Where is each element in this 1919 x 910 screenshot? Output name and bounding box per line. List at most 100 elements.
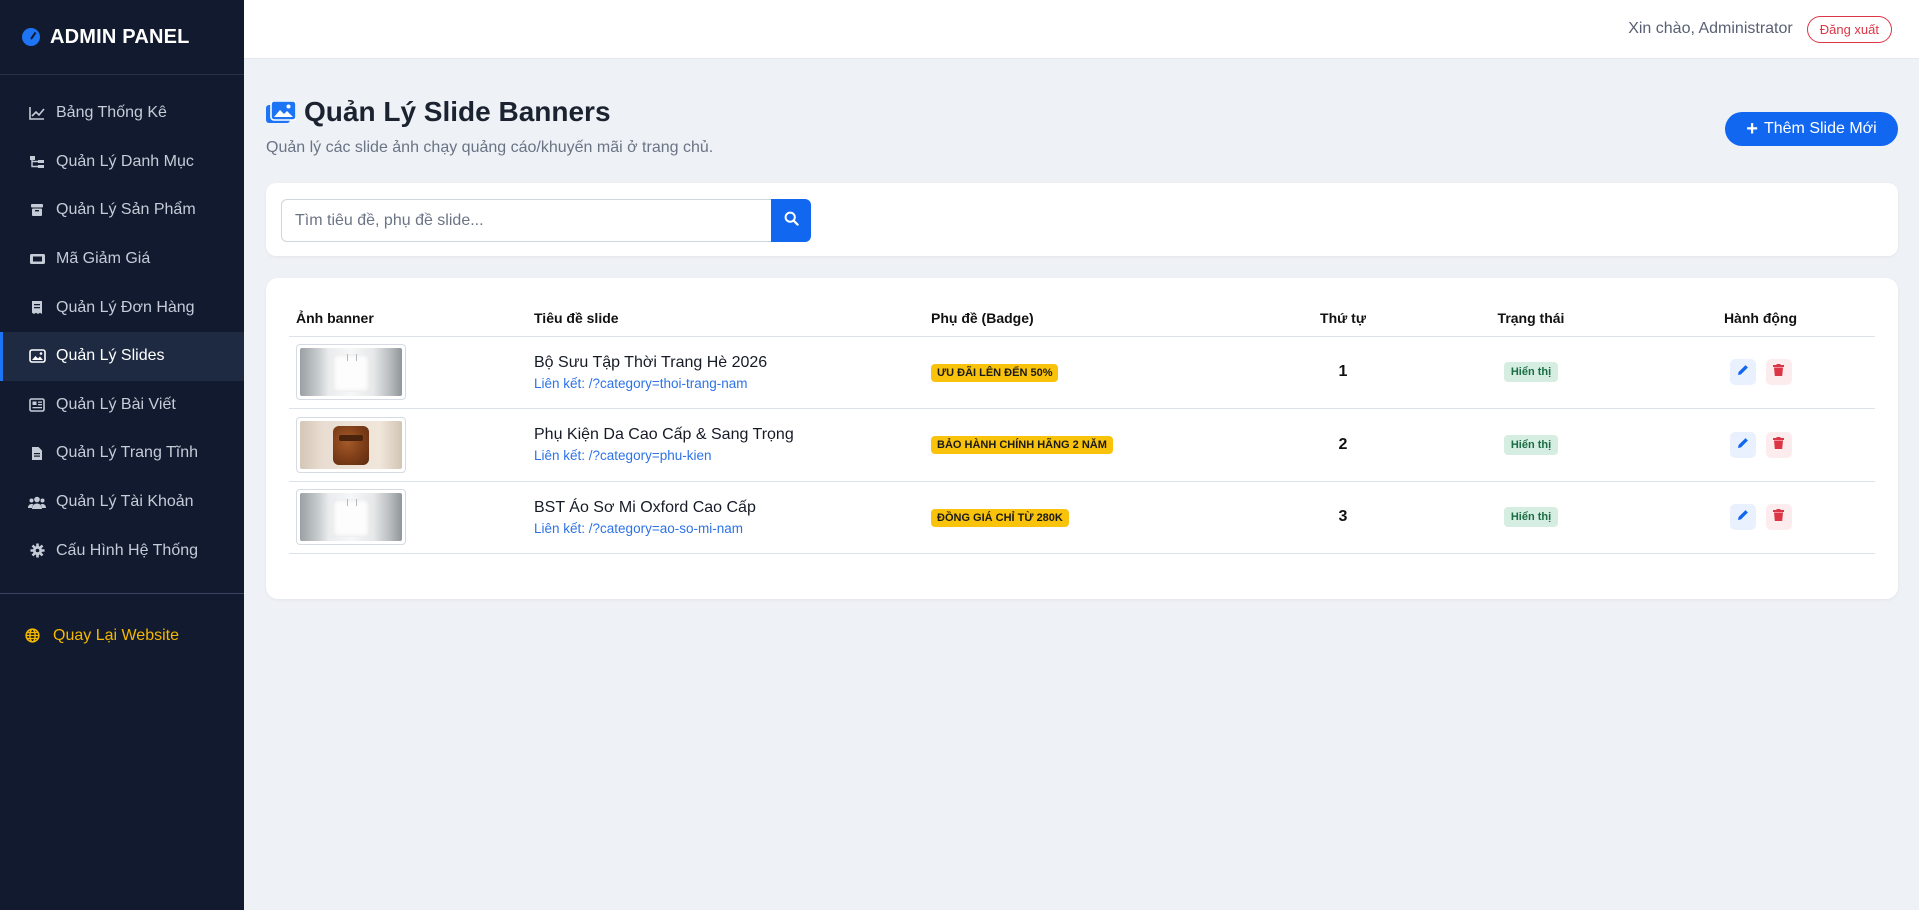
edit-button[interactable] — [1729, 359, 1756, 386]
sidebar-item-label: Quản Lý Tài Khoản — [56, 493, 194, 511]
trash-icon — [1773, 363, 1784, 381]
column-header-title: Tiêu đề slide — [527, 300, 924, 337]
brand[interactable]: ADMIN PANEL — [0, 0, 244, 75]
column-header-badge: Phụ đề (Badge) — [924, 300, 1270, 337]
banner-cell — [289, 336, 527, 409]
banner-thumbnail[interactable] — [296, 344, 406, 401]
sidebar-item-label: Cấu Hình Hệ Thống — [56, 541, 199, 559]
search-button[interactable] — [771, 199, 811, 242]
slide-badge: ĐỒNG GIÁ CHỈ TỪ 280K — [931, 508, 1069, 527]
edit-button[interactable] — [1729, 431, 1756, 458]
status-cell: Hiển thị — [1416, 336, 1646, 409]
sidebar-item-label: Quản Lý Slides — [56, 347, 165, 365]
pencil-icon — [1737, 363, 1749, 381]
table-header-row: Ảnh banner Tiêu đề slide Phụ đề (Badge) … — [289, 300, 1875, 337]
sidebar-item-orders[interactable]: Quản Lý Đơn Hàng — [0, 283, 244, 332]
search-input[interactable] — [281, 199, 771, 242]
sidebar-nav: Bảng Thống Kê Quản Lý Danh Mục Quản Lý S… — [0, 75, 244, 575]
page-header: Quản Lý Slide Banners Quản lý các slide … — [266, 59, 1898, 183]
table-row: BST Áo Sơ Mi Oxford Cao Cấp Liên kết: /?… — [289, 481, 1875, 554]
newspaper-icon — [28, 397, 46, 413]
banner-thumbnail[interactable] — [296, 489, 406, 546]
pencil-icon — [1737, 436, 1749, 454]
sidebar-item-label: Quản Lý Sản Phẩm — [56, 201, 196, 219]
slide-order: 1 — [1338, 363, 1348, 381]
sidebar-item-slides[interactable]: Quản Lý Slides — [0, 331, 244, 381]
gear-icon — [28, 543, 46, 559]
slide-order: 2 — [1338, 435, 1348, 453]
back-to-website-link[interactable]: Quay Lại Website — [0, 612, 244, 660]
sidebar-item-coupons[interactable]: Mã Giảm Giá — [0, 235, 244, 284]
actions-cell — [1646, 481, 1875, 554]
add-slide-label: Thêm Slide Mới — [1763, 120, 1877, 137]
slide-title: Phụ Kiện Da Cao Cấp & Sang Trọng — [534, 426, 794, 444]
trash-icon — [1773, 508, 1784, 526]
main-content: Quản Lý Slide Banners Quản lý các slide … — [266, 59, 1898, 599]
title-cell: Bộ Sưu Tập Thời Trang Hè 2026 Liên kết: … — [527, 336, 924, 409]
page-title-text: Quản Lý Slide Banners — [304, 96, 611, 127]
sidebar-item-settings[interactable]: Cấu Hình Hệ Thống — [0, 526, 244, 575]
sidebar-item-accounts[interactable]: Quản Lý Tài Khoản — [0, 478, 244, 527]
title-cell: BST Áo Sơ Mi Oxford Cao Cấp Liên kết: /?… — [527, 481, 924, 554]
status-badge: Hiển thị — [1503, 507, 1559, 528]
table-row: Bộ Sưu Tập Thời Trang Hè 2026 Liên kết: … — [289, 336, 1875, 409]
actions-cell — [1646, 408, 1875, 482]
topbar: Xin chào, Administrator Đăng xuất — [244, 0, 1919, 59]
column-header-order: Thứ tự — [1270, 300, 1416, 337]
sidebar-item-static-pages[interactable]: Quản Lý Trang Tĩnh — [0, 429, 244, 478]
sidebar-item-label: Mã Giảm Giá — [56, 250, 151, 268]
badge-cell: ƯU ĐÃI LÊN ĐẾN 50% — [924, 336, 1270, 409]
status-badge: Hiển thị — [1503, 362, 1559, 383]
delete-button[interactable] — [1765, 504, 1792, 531]
title-cell: Phụ Kiện Da Cao Cấp & Sang Trọng Liên kế… — [527, 408, 924, 482]
slides-table-card: Ảnh banner Tiêu đề slide Phụ đề (Badge) … — [266, 278, 1898, 599]
order-cell: 1 — [1270, 336, 1416, 409]
column-header-actions: Hành động — [1646, 300, 1875, 337]
sidebar-divider — [0, 592, 244, 594]
slide-badge: ƯU ĐÃI LÊN ĐẾN 50% — [931, 363, 1059, 382]
ticket-icon — [28, 251, 46, 267]
sidebar-item-label: Quản Lý Bài Viết — [56, 395, 176, 413]
globe-icon — [25, 628, 43, 644]
status-cell: Hiển thị — [1416, 481, 1646, 554]
images-icon — [266, 100, 297, 124]
page-title: Quản Lý Slide Banners — [266, 96, 611, 128]
delete-button[interactable] — [1765, 359, 1792, 386]
search-bar — [281, 199, 811, 242]
column-header-image: Ảnh banner — [289, 300, 527, 337]
banner-cell — [289, 481, 527, 554]
order-cell: 2 — [1270, 408, 1416, 482]
add-slide-button[interactable]: + Thêm Slide Mới — [1725, 112, 1898, 146]
banner-cell — [289, 408, 527, 482]
dashboard-icon — [22, 28, 40, 46]
table-row: Phụ Kiện Da Cao Cấp & Sang Trọng Liên kế… — [289, 408, 1875, 482]
pencil-icon — [1737, 508, 1749, 526]
chart-line-icon — [28, 105, 46, 121]
slides-table: Ảnh banner Tiêu đề slide Phụ đề (Badge) … — [289, 300, 1875, 554]
brand-title: ADMIN PANEL — [50, 25, 190, 48]
box-icon — [28, 202, 46, 218]
users-icon — [28, 494, 46, 510]
status-cell: Hiển thị — [1416, 408, 1646, 482]
sidebar-item-label: Bảng Thống Kê — [56, 104, 167, 122]
badge-cell: ĐỒNG GIÁ CHỈ TỪ 280K — [924, 481, 1270, 554]
sitemap-icon — [28, 154, 46, 170]
logout-button[interactable]: Đăng xuất — [1806, 15, 1892, 43]
file-icon — [28, 445, 46, 461]
search-card — [266, 183, 1898, 256]
column-header-status: Trạng thái — [1416, 300, 1646, 337]
delete-button[interactable] — [1765, 431, 1792, 458]
banner-image — [300, 420, 402, 469]
sidebar-item-categories[interactable]: Quản Lý Danh Mục — [0, 138, 244, 187]
sidebar-item-label: Quản Lý Danh Mục — [56, 152, 194, 170]
slide-title: Bộ Sưu Tập Thời Trang Hè 2026 — [534, 353, 768, 371]
banner-image — [300, 348, 402, 397]
sidebar-item-posts[interactable]: Quản Lý Bài Viết — [0, 381, 244, 430]
sidebar-item-label: Quản Lý Trang Tĩnh — [56, 444, 199, 462]
receipt-icon — [28, 300, 46, 316]
sidebar-item-products[interactable]: Quản Lý Sản Phẩm — [0, 186, 244, 235]
banner-thumbnail[interactable] — [296, 416, 406, 473]
edit-button[interactable] — [1729, 504, 1756, 531]
sidebar-item-statistics[interactable]: Bảng Thống Kê — [0, 89, 244, 138]
back-to-website-label: Quay Lại Website — [53, 626, 179, 644]
